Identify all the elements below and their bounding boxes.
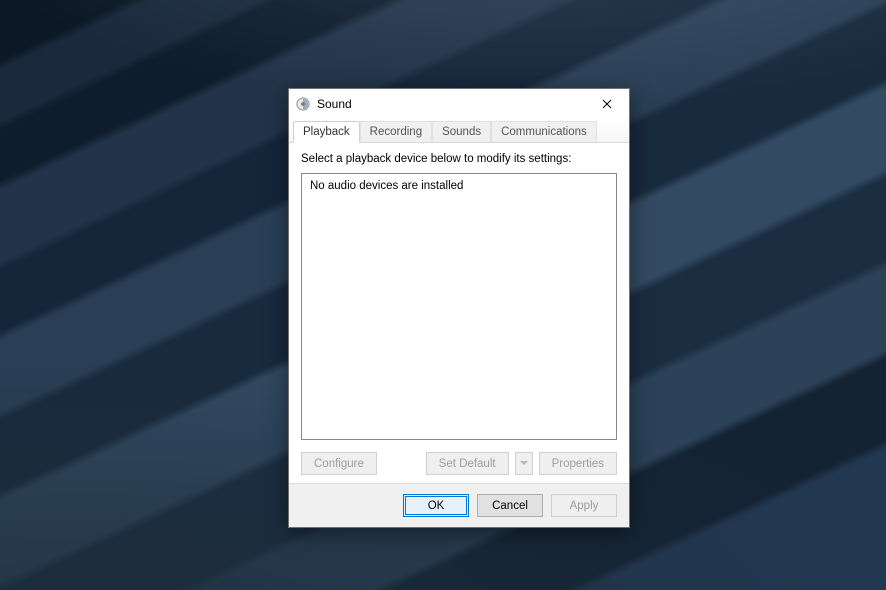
- device-buttons-row: Configure Set Default Properties: [301, 452, 617, 475]
- desktop-background: Sound Playback Recording Sounds Communic…: [0, 0, 886, 590]
- tab-label: Recording: [370, 126, 422, 138]
- tabstrip: Playback Recording Sounds Communications: [289, 119, 629, 143]
- properties-button: Properties: [539, 452, 617, 475]
- tab-recording[interactable]: Recording: [360, 121, 432, 142]
- ok-button[interactable]: OK: [403, 494, 469, 517]
- tab-communications[interactable]: Communications: [491, 121, 597, 142]
- dialog-footer: OK Cancel Apply: [289, 483, 629, 527]
- set-default-button: Set Default: [426, 452, 509, 475]
- tab-label: Playback: [303, 126, 350, 138]
- tab-playback[interactable]: Playback: [293, 121, 360, 143]
- tab-sounds[interactable]: Sounds: [432, 121, 491, 142]
- tab-label: Communications: [501, 126, 587, 138]
- device-list[interactable]: No audio devices are installed: [301, 173, 617, 440]
- sound-dialog: Sound Playback Recording Sounds Communic…: [288, 88, 630, 528]
- close-button[interactable]: [585, 89, 629, 119]
- window-title: Sound: [317, 97, 585, 111]
- sound-icon: [295, 96, 311, 112]
- set-default-dropdown: [515, 452, 533, 475]
- instruction-text: Select a playback device below to modify…: [301, 153, 617, 165]
- dialog-body: Select a playback device below to modify…: [289, 143, 629, 483]
- cancel-button[interactable]: Cancel: [477, 494, 543, 517]
- titlebar: Sound: [289, 89, 629, 119]
- tab-label: Sounds: [442, 126, 481, 138]
- apply-button: Apply: [551, 494, 617, 517]
- configure-button: Configure: [301, 452, 377, 475]
- chevron-down-icon: [520, 461, 528, 466]
- empty-devices-message: No audio devices are installed: [310, 180, 463, 192]
